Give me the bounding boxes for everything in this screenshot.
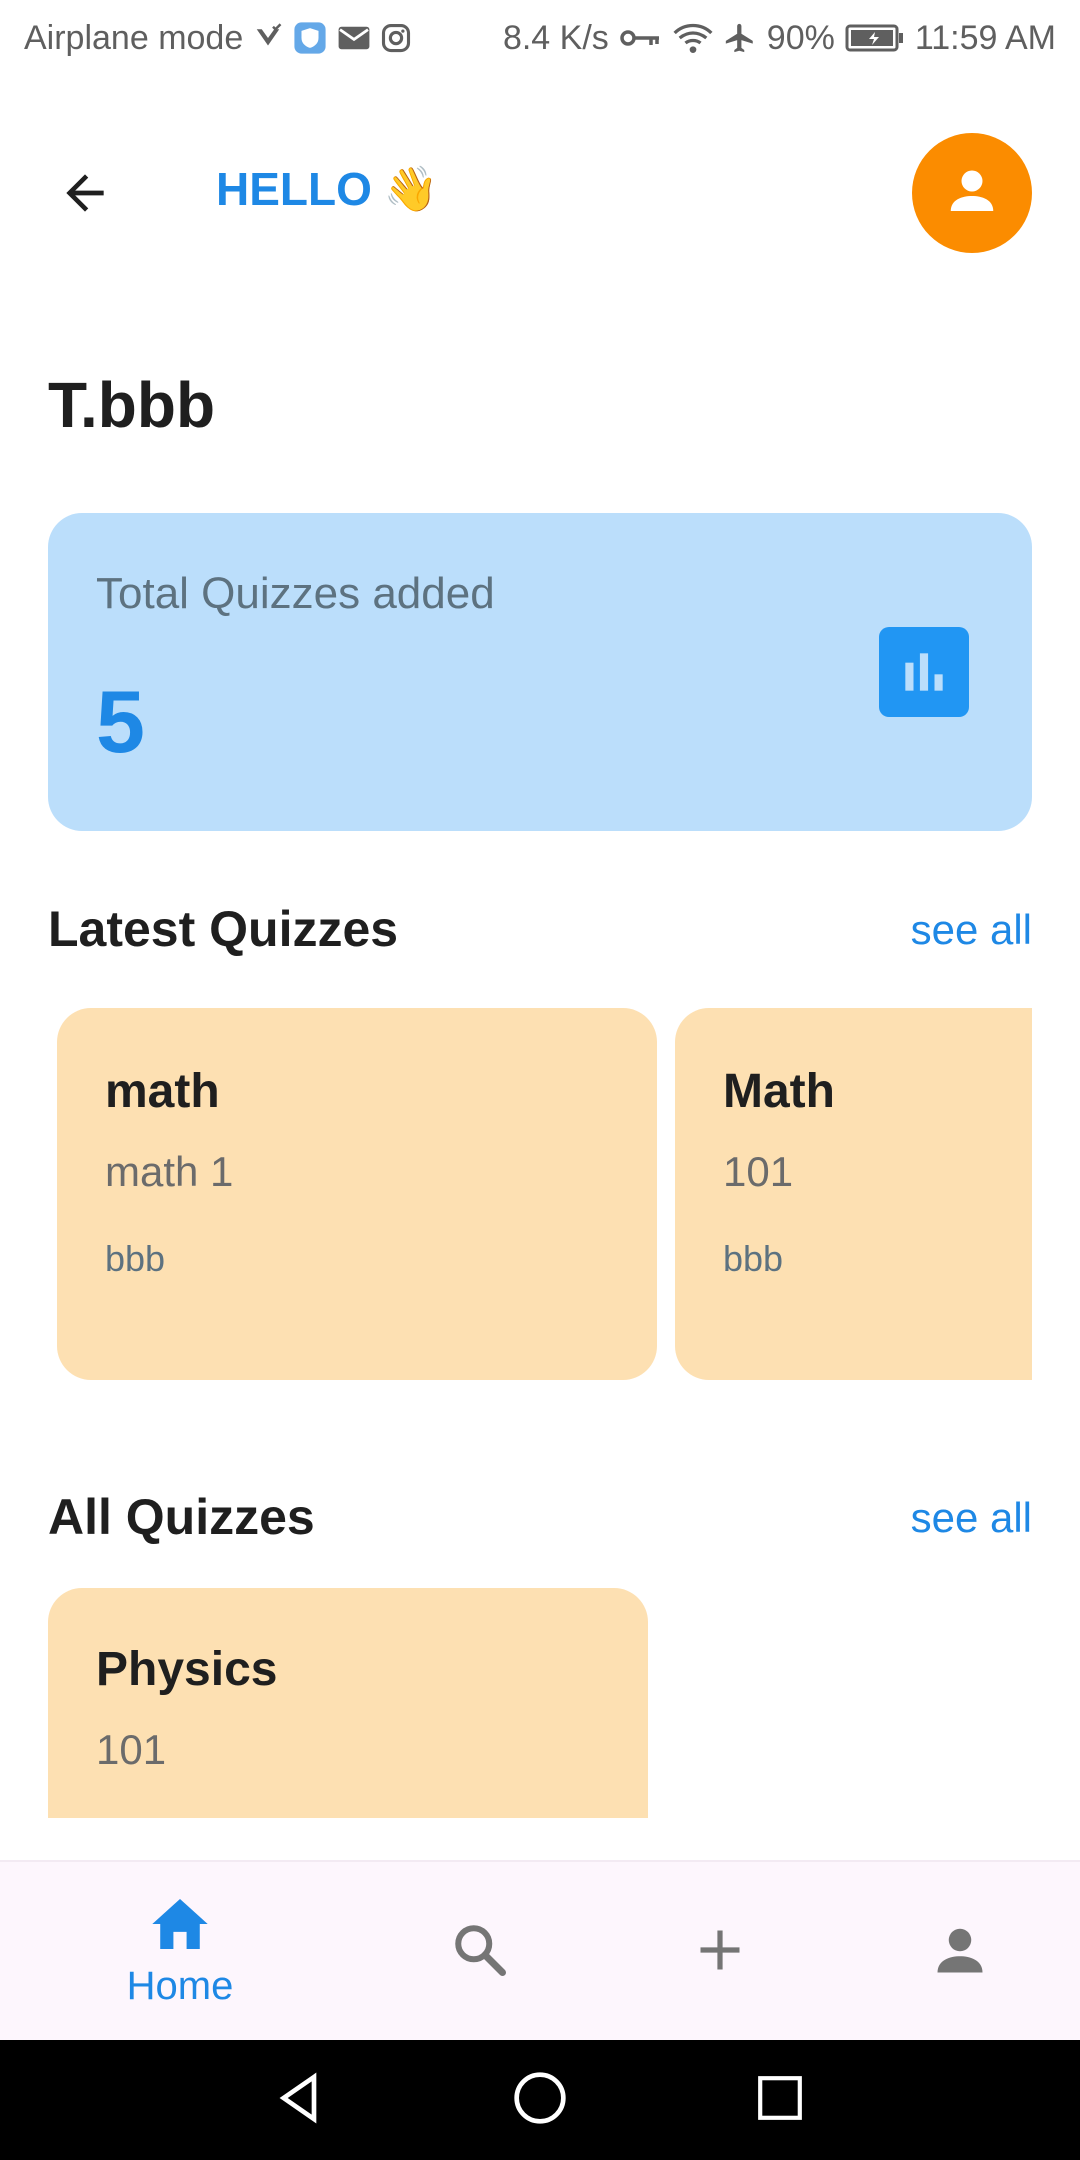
total-quizzes-card: Total Quizzes added 5 xyxy=(48,513,1032,831)
airplane-mode-text: Airplane mode xyxy=(24,18,244,57)
system-home-button[interactable] xyxy=(500,2060,580,2140)
bottom-navigation: Home xyxy=(0,1860,1080,2040)
nav-add[interactable] xyxy=(640,1862,800,2042)
quiz-author: bbb xyxy=(723,1238,784,1279)
nav-home[interactable]: Home xyxy=(100,1862,260,2042)
status-bar: Airplane mode 8.4 K/s 90% 11:59 AM xyxy=(0,0,1080,76)
quiz-author: bbb xyxy=(105,1238,166,1279)
status-left: Airplane mode xyxy=(24,19,411,58)
profile-avatar-button[interactable] xyxy=(912,133,1032,253)
quiz-title: math xyxy=(105,1065,220,1118)
wifi-icon xyxy=(673,21,713,55)
latest-quizzes-title: Latest Quizzes xyxy=(48,901,399,957)
home-icon xyxy=(148,1895,212,1958)
nav-search[interactable] xyxy=(400,1862,560,2042)
app-header: HELLO 👋 xyxy=(0,120,1080,270)
nav-home-label: Home xyxy=(126,1964,234,2008)
search-icon xyxy=(450,1920,510,1985)
shield-app-icon xyxy=(293,21,327,55)
stat-value: 5 xyxy=(96,672,145,771)
greeting-text: HELLO xyxy=(216,163,372,215)
quiz-card[interactable]: math math 1 bbb xyxy=(57,1008,657,1380)
key-icon xyxy=(619,26,663,50)
airplane-icon xyxy=(723,21,757,55)
back-button[interactable] xyxy=(40,150,130,240)
add-icon xyxy=(694,1924,746,1981)
square-recents-icon xyxy=(755,2073,805,2128)
quiz-title: Physics xyxy=(96,1643,278,1696)
person-icon xyxy=(930,1920,990,1985)
quiz-card[interactable]: Math 101 bbb xyxy=(675,1008,1032,1380)
all-quizzes-see-all-link[interactable]: see all xyxy=(911,1494,1032,1542)
arrow-back-icon xyxy=(57,165,113,226)
network-speed: 8.4 K/s xyxy=(502,18,609,57)
system-navigation-bar xyxy=(0,2040,1080,2160)
battery-percent: 90% xyxy=(766,18,835,57)
bar-chart-icon xyxy=(879,627,969,717)
all-quizzes-title: All Quizzes xyxy=(48,1489,315,1545)
battery-icon xyxy=(845,23,905,53)
person-icon xyxy=(942,161,1002,226)
status-right: 8.4 K/s 90% 11:59 AM xyxy=(503,19,1056,58)
greeting: HELLO 👋 xyxy=(216,162,439,216)
latest-see-all-link[interactable]: see all xyxy=(911,906,1032,954)
quiz-subtitle: 101 xyxy=(723,1148,794,1195)
system-recents-button[interactable] xyxy=(740,2060,820,2140)
quiz-subtitle: math 1 xyxy=(105,1148,234,1195)
clock: 11:59 AM xyxy=(914,18,1056,57)
stat-label: Total Quizzes added xyxy=(96,569,495,618)
mail-icon xyxy=(337,24,371,52)
circle-home-icon xyxy=(512,2070,568,2131)
nav-profile[interactable] xyxy=(880,1862,1040,2042)
vpn-shield-icon xyxy=(253,23,283,53)
latest-quizzes-list[interactable]: math math 1 bbb Math 101 bbb xyxy=(48,1008,1032,1380)
waving-hand-emoji: 👋 xyxy=(383,165,439,214)
quiz-subtitle: 101 xyxy=(96,1726,167,1773)
instagram-icon xyxy=(381,23,411,53)
quiz-title: Math xyxy=(723,1065,835,1118)
triangle-back-icon xyxy=(272,2070,328,2131)
system-back-button[interactable] xyxy=(260,2060,340,2140)
quiz-card[interactable]: Physics 101 xyxy=(48,1588,648,1818)
user-name: T.bbb xyxy=(48,369,216,441)
